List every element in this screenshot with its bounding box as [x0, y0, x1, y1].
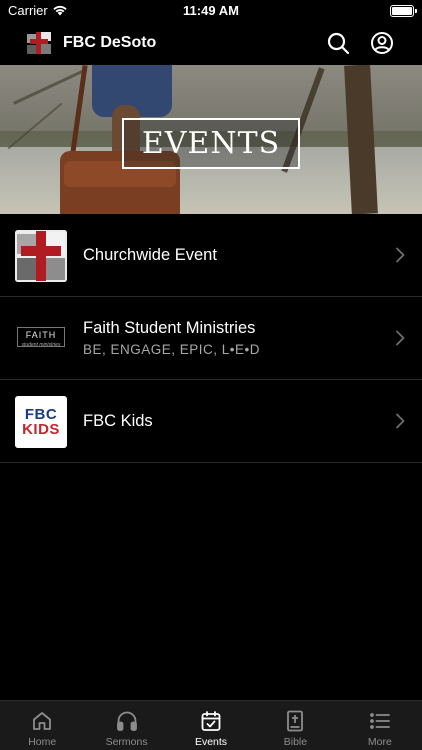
- bible-icon: [287, 710, 304, 732]
- faith-logo-text: FAITH: [25, 330, 57, 340]
- event-row-title: Churchwide Event: [83, 246, 217, 264]
- chevron-right-icon: [396, 247, 405, 263]
- tab-home[interactable]: Home: [0, 701, 84, 750]
- account-icon[interactable]: [370, 31, 394, 55]
- event-row-churchwide[interactable]: Churchwide Event: [0, 214, 422, 297]
- tab-bible[interactable]: Bible: [253, 701, 337, 750]
- list-icon: [369, 713, 390, 729]
- churchwide-logo-icon: [15, 230, 67, 282]
- event-row-title: FBC Kids: [83, 412, 153, 430]
- tab-label: More: [367, 736, 392, 748]
- app-title: FBC DeSoto: [63, 34, 157, 51]
- clock: 11:49 AM: [183, 3, 239, 18]
- nav-bar: FBC DeSoto: [0, 22, 422, 65]
- app-logo-icon: [27, 32, 51, 54]
- event-row-faith-student-ministries[interactable]: FAITH student ministries Faith Student M…: [0, 297, 422, 380]
- events-hero-banner: EVENTS: [0, 65, 422, 214]
- tab-sermons[interactable]: Sermons: [84, 701, 168, 750]
- chevron-right-icon: [396, 413, 405, 429]
- search-icon[interactable]: [326, 31, 350, 55]
- event-row-subtitle: BE, ENGAGE, EPIC, L•E•D: [83, 342, 261, 357]
- faith-logo-subtext: student ministries: [21, 342, 61, 348]
- churchwide-logo: [15, 230, 67, 282]
- hero-branch: [13, 68, 87, 105]
- event-category-list: Churchwide Event FAITH student ministrie…: [0, 214, 422, 463]
- home-icon: [33, 712, 52, 730]
- fbc-kids-logo-line1: FBC: [24, 406, 58, 423]
- headphones-icon: [116, 711, 137, 731]
- fbc-kids-logo-line2: KIDS: [22, 421, 60, 438]
- faith-logo: FAITH student ministries: [15, 313, 67, 365]
- tab-label: Sermons: [105, 736, 148, 748]
- hero-title-frame: EVENTS: [122, 118, 300, 169]
- battery-icon: [390, 5, 417, 17]
- tab-label: Home: [28, 736, 57, 748]
- tab-label: Bible: [283, 736, 308, 748]
- calendar-icon: [201, 711, 221, 731]
- hero-title: EVENTS: [141, 126, 281, 161]
- tab-events[interactable]: Events: [169, 701, 253, 750]
- fbc-kids-logo: FBC KIDS: [15, 396, 67, 448]
- chevron-right-icon: [396, 330, 405, 346]
- tab-more[interactable]: More: [338, 701, 422, 750]
- tab-bar: Home Sermons Events Bible More: [0, 700, 422, 750]
- event-row-fbc-kids[interactable]: FBC KIDS FBC Kids: [0, 380, 422, 463]
- event-row-title: Faith Student Ministries: [83, 319, 256, 337]
- status-bar: Carrier 11:49 AM: [0, 0, 422, 22]
- tab-label: Events: [194, 736, 228, 748]
